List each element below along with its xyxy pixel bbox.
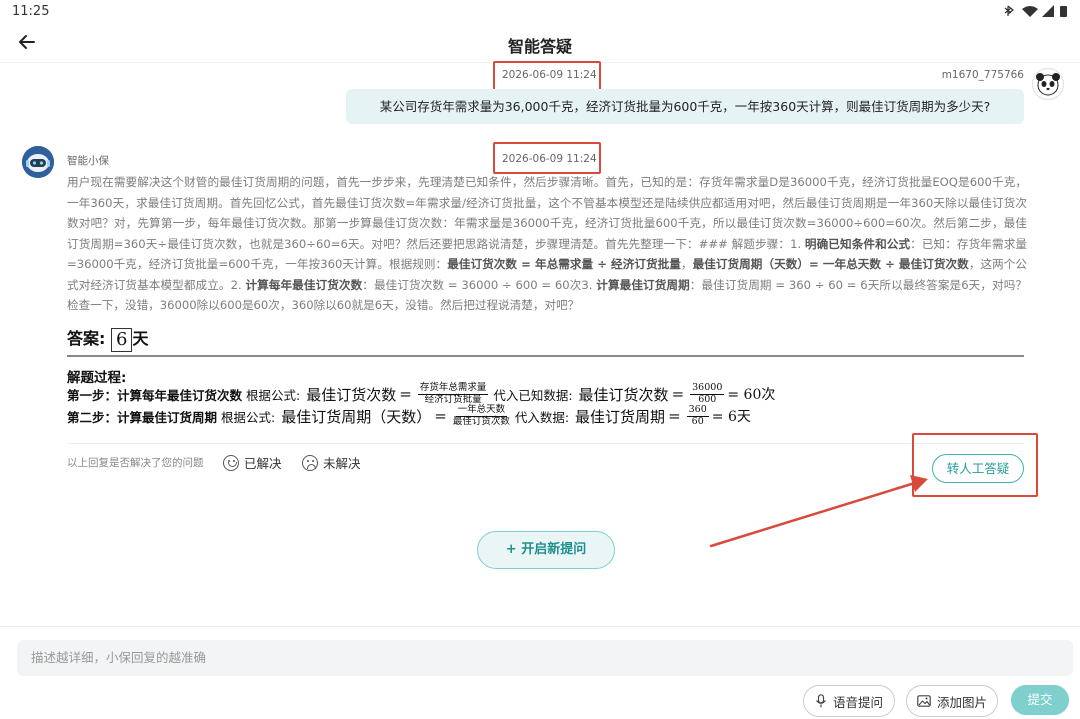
reasoning-segment: ， [680, 257, 693, 271]
status-time: 11:25 [12, 4, 50, 19]
step-2-eq2: = [668, 407, 681, 425]
robot-avatar-icon [22, 146, 54, 178]
submit-button[interactable]: 提交 [1011, 685, 1069, 715]
user-message-timestamp: 2026-06-09 11:24 [502, 69, 597, 81]
step-2: 第二步：计算最佳订货周期 根据公式: 最佳订货周期（天数） = 一年总天数 最佳… [67, 403, 751, 429]
step-2-eq: = [434, 407, 447, 425]
answer-value: 6 [110, 327, 133, 352]
step-1-sub-intro: 代入已知数据: [493, 387, 573, 403]
feedback-divider [67, 443, 1024, 444]
annotation-arrow [709, 475, 928, 548]
step-2-frac2-num: 360 [686, 404, 709, 417]
add-image-button[interactable]: 添加图片 [906, 685, 998, 717]
reasoning-segment: 最佳订货周期（天数）= 一年总天数 ÷ 最佳订货次数 [692, 257, 969, 271]
step-1-label: 第一步：计算每年最佳订货次数 [67, 387, 243, 403]
bot-reasoning-text: 用户现在需要解决这个财管的最佳订货周期的问题，首先一步步来，先理清楚已知条件，然… [67, 172, 1027, 316]
feedback-question: 以上回复是否解决了您的问题 [67, 457, 204, 469]
reasoning-segment: 计算每年最佳订货次数 [245, 277, 363, 292]
voice-label: 语音提问 [832, 694, 883, 710]
step-2-frac-den: 最佳订货次数 [452, 415, 510, 427]
step-2-sub-intro: 代入数据: [514, 409, 570, 425]
step-2-lhs: 最佳订货周期（天数） [281, 407, 432, 426]
resolved-label: 已解决 [244, 456, 282, 471]
step-2-fraction: 一年总天数 最佳订货次数 [452, 404, 510, 427]
step-2-lhs2: 最佳订货周期 [575, 407, 666, 426]
username: m1670_775766 [941, 69, 1024, 81]
smile-icon [223, 454, 239, 471]
step-2-frac-num: 一年总天数 [455, 404, 508, 417]
user-avatar [1032, 68, 1064, 100]
answer-divider [67, 355, 1024, 357]
user-message-bubble: 某公司存货年需求量为36,000千克，经济订货批量为600千克，一年按360天计… [346, 89, 1024, 124]
resolved-button[interactable]: 已解决 [223, 453, 282, 472]
step-2-formula-intro: 根据公式: [221, 409, 276, 425]
step-2-result: = 6天 [711, 409, 751, 425]
system-status-icons [1004, 5, 1067, 17]
reasoning-segment: 最佳订货次数 = 年总需求量 ÷ 经济订货批量 [447, 257, 681, 271]
status-icons [1002, 4, 1070, 21]
step-1-lhs2: 最佳订货次数 [578, 385, 669, 404]
image-label: 添加图片 [936, 694, 987, 710]
answer-unit: 天 [132, 329, 149, 348]
step-1-frac2-num: 36000 [690, 382, 725, 395]
answer-line: 答案: 6天 [67, 325, 148, 352]
human-support-button[interactable]: 转人工答疑 [932, 454, 1024, 483]
bot-message-timestamp: 2026-06-09 11:24 [502, 153, 597, 165]
microphone-icon [816, 694, 826, 708]
step-1-eq2: = [671, 385, 685, 403]
step-1-frac-num: 存货年总需求量 [417, 382, 489, 395]
step-2-fraction-2: 360 60 [686, 404, 709, 427]
reasoning-segment: 计算最佳订货周期 [596, 277, 690, 292]
reasoning-segment: ：最佳订货次数 = 36000 ÷ 600 = 60次3. [362, 277, 597, 292]
bot-name: 智能小保 [67, 155, 109, 167]
new-question-button[interactable]: + 开启新提问 [477, 531, 615, 569]
unresolved-button[interactable]: 未解决 [302, 453, 361, 472]
step-1-eq: = [399, 385, 412, 403]
step-1-formula-intro: 根据公式: [246, 387, 301, 403]
bottom-divider [0, 626, 1080, 627]
step-1-fraction-2: 36000 600 [690, 382, 725, 405]
sad-face-icon [302, 454, 318, 471]
image-icon [917, 695, 931, 707]
step-2-frac2-den: 60 [691, 415, 704, 427]
unresolved-label: 未解决 [323, 456, 361, 471]
question-input[interactable] [17, 640, 1073, 676]
step-1-result: = 60次 [727, 387, 776, 403]
voice-question-button[interactable]: 语音提问 [803, 685, 895, 717]
bot-avatar [22, 146, 54, 178]
page-title: 智能答疑 [507, 37, 572, 56]
step-2-label: 第二步：计算最佳订货周期 [67, 409, 218, 425]
step-1-lhs: 最佳订货次数 [306, 385, 397, 404]
panda-avatar-icon [1036, 73, 1060, 96]
reasoning-segment: 明确已知条件和公式 [804, 236, 911, 251]
step-1-fraction: 存货年总需求量 经济订货批量 [417, 382, 489, 405]
answer-label: 答案: [67, 329, 106, 348]
